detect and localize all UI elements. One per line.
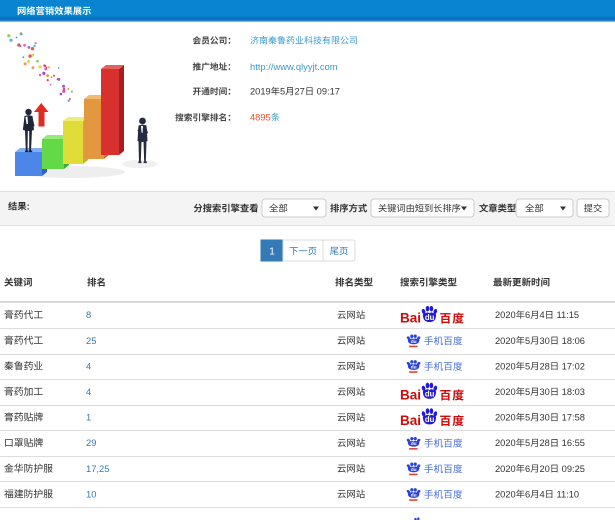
svg-text:17,25: 17,25	[86, 463, 109, 474]
svg-text:4: 4	[540, 310, 545, 320]
svg-text:18:06: 18:06	[559, 336, 585, 346]
svg-text:1: 1	[86, 412, 91, 423]
svg-text:5: 5	[525, 438, 530, 448]
svg-text:09:17: 09:17	[314, 87, 340, 97]
svg-text:http://www.qlyyjt.com: http://www.qlyyjt.com	[250, 61, 338, 72]
svg-text:du: du	[411, 467, 417, 473]
svg-text:20: 20	[540, 464, 550, 474]
svg-text:2020: 2020	[495, 489, 516, 499]
svg-text:2020: 2020	[495, 336, 516, 346]
svg-text:28: 28	[540, 438, 550, 448]
svg-text:Bai: Bai	[400, 311, 421, 326]
svg-text:5: 5	[525, 336, 530, 346]
svg-text:5: 5	[280, 87, 285, 97]
svg-text:5: 5	[525, 387, 530, 397]
svg-text:09:25: 09:25	[559, 464, 585, 474]
svg-text:du: du	[425, 313, 435, 322]
svg-text:2020: 2020	[495, 413, 516, 423]
svg-text:2019: 2019	[250, 87, 271, 97]
svg-text:du: du	[425, 390, 435, 399]
svg-text:4: 4	[86, 360, 91, 371]
svg-text:30: 30	[540, 336, 550, 346]
svg-text:2020: 2020	[495, 438, 516, 448]
svg-text:du: du	[411, 492, 417, 498]
svg-text:2020: 2020	[495, 464, 516, 474]
svg-text:du: du	[411, 441, 417, 447]
svg-text:17:02: 17:02	[559, 361, 585, 371]
svg-text:4: 4	[540, 489, 545, 499]
svg-text:6: 6	[525, 310, 530, 320]
svg-text:6: 6	[525, 464, 530, 474]
svg-text:du: du	[411, 364, 417, 370]
svg-text:6: 6	[525, 489, 530, 499]
svg-text:18:03: 18:03	[559, 387, 585, 397]
svg-text:16:55: 16:55	[559, 438, 585, 448]
svg-text:30: 30	[540, 387, 550, 397]
svg-text:Bai: Bai	[400, 387, 421, 402]
svg-text:11:15: 11:15	[554, 310, 579, 320]
svg-text:17:58: 17:58	[559, 413, 585, 423]
svg-text:5: 5	[525, 361, 530, 371]
svg-text:27: 27	[295, 87, 305, 97]
svg-text:5: 5	[525, 413, 530, 423]
svg-text:4: 4	[86, 386, 91, 397]
svg-text:du: du	[425, 415, 435, 424]
svg-text::: :	[27, 202, 30, 212]
svg-text:4895: 4895	[250, 113, 271, 123]
svg-text:2020: 2020	[495, 387, 516, 397]
svg-text:29: 29	[86, 437, 96, 448]
svg-text:28: 28	[540, 361, 550, 371]
svg-text:1: 1	[269, 247, 275, 258]
svg-text:2020: 2020	[495, 310, 516, 320]
svg-text:25: 25	[86, 335, 96, 346]
svg-text:10: 10	[86, 488, 96, 499]
svg-text:2020: 2020	[495, 361, 516, 371]
svg-text:30: 30	[540, 413, 550, 423]
svg-text:Bai: Bai	[400, 413, 421, 428]
svg-text:11:10: 11:10	[554, 489, 579, 499]
svg-text:8: 8	[86, 309, 91, 320]
svg-text:du: du	[411, 339, 417, 345]
